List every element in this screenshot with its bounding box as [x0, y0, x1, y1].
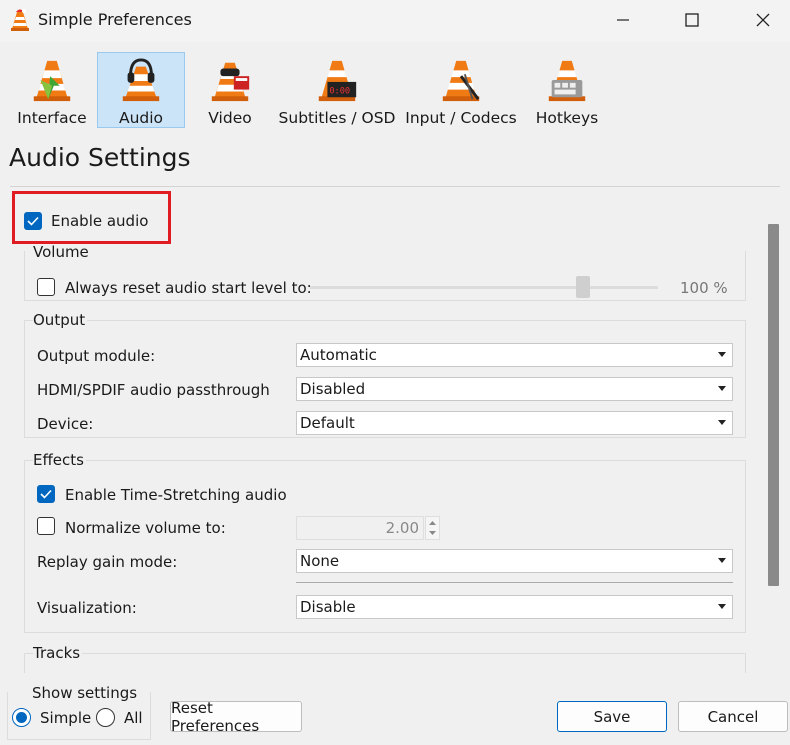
tracks-group-label: Tracks [33, 644, 83, 662]
tab-interface[interactable]: Interface [8, 52, 96, 128]
visualization-value: Disable [300, 598, 356, 616]
volume-slider-handle[interactable] [576, 276, 590, 298]
tab-hotkeys[interactable]: Hotkeys [523, 52, 611, 128]
chevron-down-icon [718, 420, 726, 425]
volume-group-label: Volume [33, 243, 89, 261]
tab-subtitles-osd[interactable]: 0:00 Subtitles / OSD [275, 52, 399, 128]
chevron-down-icon [718, 352, 726, 357]
scrollbar-thumb[interactable] [768, 224, 779, 586]
cancel-button[interactable]: Cancel [678, 701, 788, 732]
passthrough-select[interactable]: Disabled [296, 377, 733, 401]
spin-arrows-icon [429, 521, 436, 535]
tab-audio[interactable]: Audio [97, 52, 185, 128]
tab-subtitles-label: Subtitles / OSD [278, 109, 396, 127]
video-cone-icon [211, 62, 250, 102]
interface-cone-icon [33, 60, 71, 102]
hotkeys-cone-icon [548, 60, 586, 102]
normalize-volume-checkbox[interactable] [37, 517, 55, 535]
chevron-down-icon [718, 558, 726, 563]
replay-gain-value: None [300, 552, 340, 570]
title-divider [10, 186, 780, 187]
reset-audio-level-checkbox[interactable] [37, 278, 55, 296]
vlc-cone-icon [10, 8, 30, 32]
output-module-label: Output module: [37, 347, 156, 365]
tab-input-codecs[interactable]: Input / Codecs [404, 52, 518, 128]
minimize-icon [617, 19, 629, 21]
normalize-volume-input[interactable]: 2.00 [296, 516, 424, 540]
simple-radio-label[interactable]: Simple [40, 709, 91, 727]
show-settings-label: Show settings [30, 684, 140, 702]
maximize-icon [685, 13, 699, 27]
normalize-volume-label[interactable]: Normalize volume to: [65, 519, 226, 537]
volume-slider-track[interactable] [310, 286, 658, 289]
highlight-box [12, 191, 171, 244]
replay-gain-select[interactable]: None [296, 549, 733, 573]
save-button[interactable]: Save [557, 701, 667, 732]
output-module-select[interactable]: Automatic [296, 343, 733, 367]
replay-gain-label: Replay gain mode: [37, 553, 178, 571]
device-value: Default [300, 414, 355, 432]
close-icon [756, 13, 770, 27]
close-button[interactable] [740, 0, 786, 40]
tab-video[interactable]: Video [186, 52, 274, 128]
all-radio-label[interactable]: All [124, 709, 143, 727]
all-radio[interactable] [96, 708, 115, 727]
output-module-value: Automatic [300, 346, 377, 364]
tab-video-label: Video [208, 109, 252, 127]
chevron-down-icon [718, 604, 726, 609]
normalize-volume-spinner[interactable] [425, 516, 440, 540]
visualization-label: Visualization: [37, 599, 137, 617]
reset-audio-level-label[interactable]: Always reset audio start level to: [65, 279, 312, 297]
input-codecs-cone-icon [442, 60, 480, 102]
tab-audio-label: Audio [118, 109, 164, 127]
tab-input-codecs-label: Input / Codecs [405, 109, 517, 127]
time-stretching-checkbox[interactable] [37, 485, 55, 503]
subtitles-cone-icon: 0:00 [318, 60, 357, 102]
output-group-label: Output [33, 311, 88, 329]
device-label: Device: [37, 415, 94, 433]
passthrough-value: Disabled [300, 380, 366, 398]
volume-level-value: 100 % [680, 279, 728, 297]
device-select[interactable]: Default [296, 411, 733, 435]
checkmark-icon [40, 489, 52, 499]
window-title: Simple Preferences [38, 10, 192, 29]
visualization-select[interactable]: Disable [296, 595, 733, 619]
effects-separator [296, 582, 733, 583]
reset-preferences-button[interactable]: Reset Preferences [170, 699, 302, 735]
svg-text:0:00: 0:00 [329, 86, 350, 96]
effects-group-label: Effects [33, 451, 86, 469]
simple-radio[interactable] [12, 708, 31, 727]
passthrough-label: HDMI/SPDIF audio passthrough [37, 381, 270, 399]
chevron-down-icon [718, 386, 726, 391]
page-title: Audio Settings [9, 143, 191, 172]
minimize-button[interactable] [600, 0, 646, 40]
tracks-group [24, 653, 746, 673]
maximize-button[interactable] [669, 0, 715, 40]
tab-hotkeys-label: Hotkeys [535, 109, 599, 127]
time-stretching-label[interactable]: Enable Time-Stretching audio [65, 486, 287, 504]
audio-headphones-cone-icon [122, 58, 160, 102]
tab-interface-label: Interface [17, 109, 87, 127]
